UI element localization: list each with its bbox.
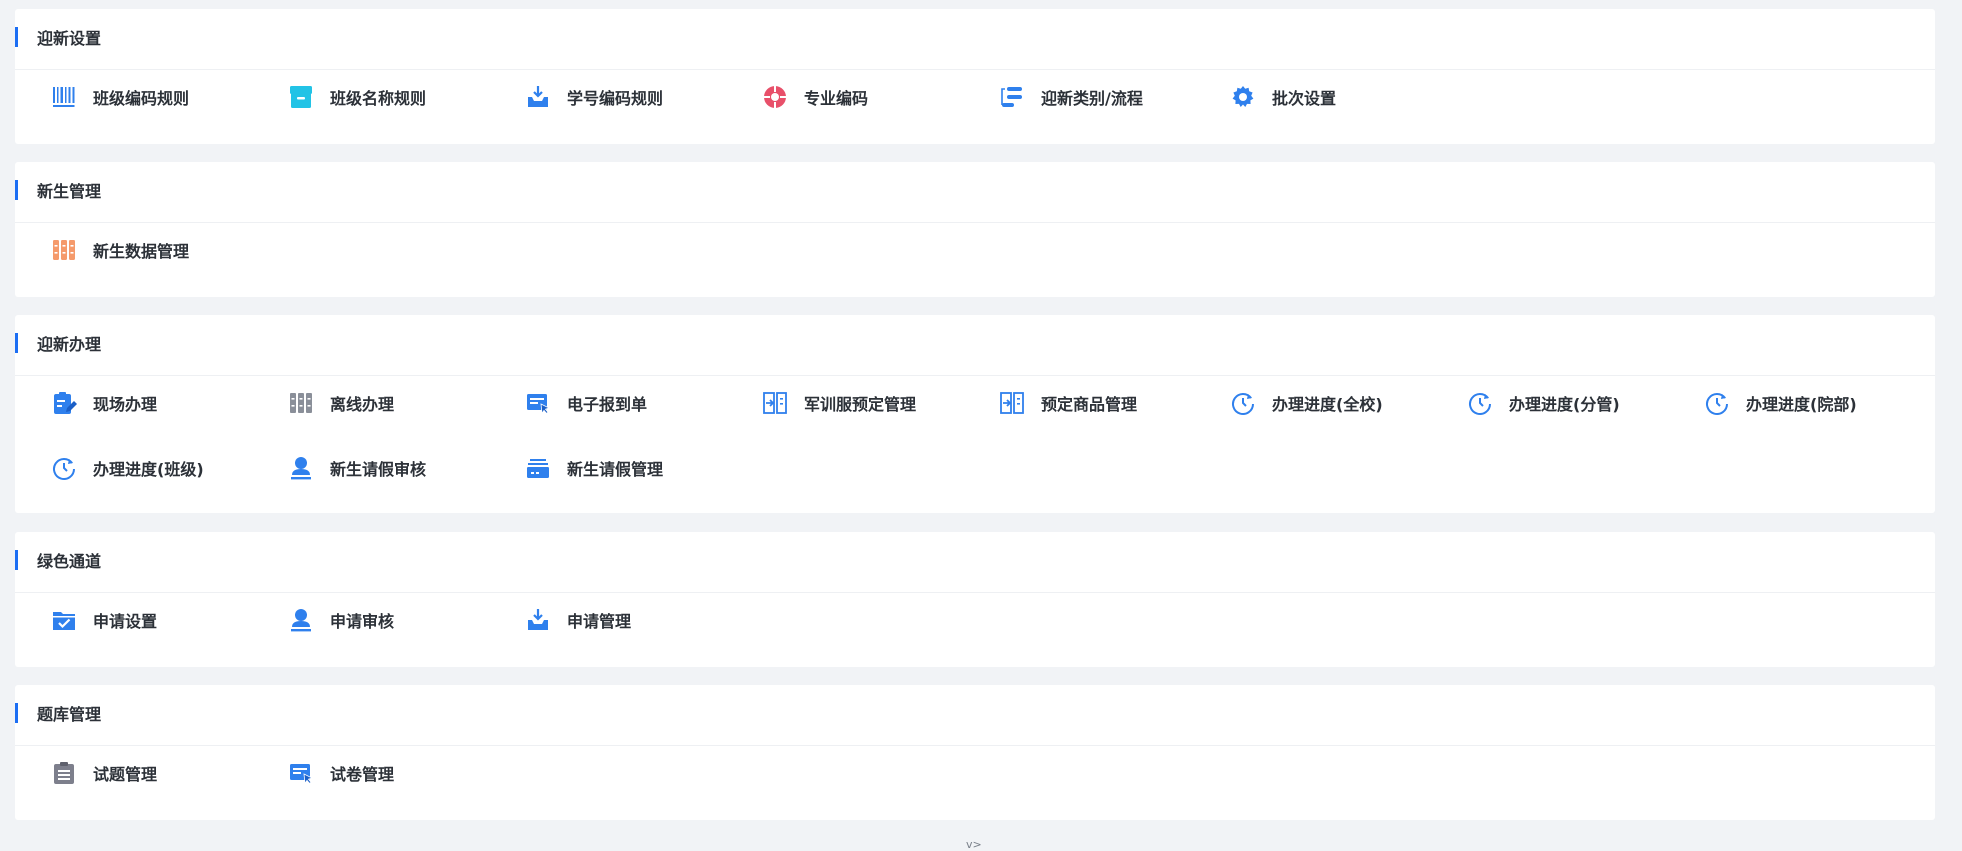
progress-cycle-icon: [1230, 390, 1256, 416]
section-card: 迎新办理现场办理 离线办理 电子报到单 军训服预定管理 预定商品管理 办理进度(全校) 办理…: [15, 315, 1935, 513]
menu-item-label: 申请设置: [93, 612, 158, 631]
target-icon: [762, 84, 788, 110]
menu-item[interactable]: 办理进度(分管): [1439, 383, 1669, 423]
section-title: 题库管理: [37, 705, 102, 724]
menu-item-label: 新生请假管理: [567, 460, 664, 479]
menu-item-label: 学号编码规则: [567, 89, 664, 108]
menu-item-label: 批次设置: [1272, 89, 1337, 108]
stamp-icon: [288, 455, 314, 481]
menu-item[interactable]: 离线办理: [260, 383, 490, 423]
section-accent-bar: [15, 333, 18, 353]
menu-item[interactable]: 专业编码: [734, 77, 964, 117]
menu-item-label: 试题管理: [93, 765, 158, 784]
section-header: 迎新办理: [15, 315, 1935, 376]
menu-item[interactable]: 办理进度(全校): [1202, 383, 1432, 423]
stamp-icon: [288, 607, 314, 633]
progress-cycle-icon: [51, 455, 77, 481]
inbox-download-icon: [525, 84, 551, 110]
menu-item-label: 新生数据管理: [93, 242, 190, 261]
menu-item-label: 班级名称规则: [330, 89, 427, 108]
section-card: 题库管理试题管理 试卷管理: [15, 685, 1935, 820]
clipboard-edit-icon: [51, 390, 77, 416]
section-title: 迎新办理: [37, 335, 102, 354]
menu-item-label: 军训服预定管理: [804, 395, 917, 414]
barcode-icon: [51, 84, 77, 110]
menu-item[interactable]: 军训服预定管理: [734, 383, 964, 423]
menu-item[interactable]: 申请审核: [260, 600, 490, 640]
section-header: 题库管理: [15, 685, 1935, 746]
section-card: 绿色通道申请设置 申请审核 申请管理: [15, 532, 1935, 667]
gear-icon: [1230, 84, 1256, 110]
menu-item-label: 专业编码: [804, 89, 869, 108]
data-grid-icon: [51, 237, 77, 263]
folder-check-icon: [51, 607, 77, 633]
card-cursor-icon: [525, 390, 551, 416]
progress-cycle-icon: [1467, 390, 1493, 416]
section-card: 迎新设置班级编码规则 班级名称规则 学号编码规则 专业编码 迎新类别/流程 批次设置: [15, 9, 1935, 144]
offline-grid-icon: [288, 390, 314, 416]
menu-item[interactable]: 新生请假审核: [260, 448, 490, 488]
menu-item-label: 现场办理: [93, 395, 158, 414]
inbox-download-icon: [525, 607, 551, 633]
section-header: 新生管理: [15, 162, 1935, 223]
menu-item[interactable]: 现场办理: [23, 383, 253, 423]
menu-item[interactable]: 迎新类别/流程: [971, 77, 1201, 117]
section-header: 迎新设置: [15, 9, 1935, 70]
menu-item-label: 办理进度(全校): [1272, 395, 1383, 414]
menu-item[interactable]: 批次设置: [1202, 77, 1432, 117]
menu-item[interactable]: 办理进度(院部): [1676, 383, 1906, 423]
menu-item-label: 电子报到单: [567, 395, 648, 414]
section-accent-bar: [15, 27, 18, 47]
menu-item-label: 预定商品管理: [1041, 395, 1138, 414]
menu-item[interactable]: 学号编码规则: [497, 77, 727, 117]
menu-item-label: 申请管理: [567, 612, 632, 631]
footer-chevron: v>: [966, 838, 982, 851]
menu-item[interactable]: 预定商品管理: [971, 383, 1201, 423]
section-header: 绿色通道: [15, 532, 1935, 593]
menu-item[interactable]: 申请设置: [23, 600, 253, 640]
section-title: 迎新设置: [37, 29, 102, 48]
menu-item-label: 办理进度(院部): [1746, 395, 1857, 414]
clipboard-list-icon: [51, 760, 77, 786]
menu-item-label: 试卷管理: [330, 765, 395, 784]
card-cursor-icon: [288, 760, 314, 786]
section-title: 绿色通道: [37, 552, 102, 571]
section-accent-bar: [15, 180, 18, 200]
menu-item-label: 迎新类别/流程: [1041, 89, 1143, 108]
section-accent-bar: [15, 550, 18, 570]
menu-item-label: 办理进度(班级): [93, 460, 204, 479]
menu-item[interactable]: 试题管理: [23, 753, 253, 793]
menu-item-label: 离线办理: [330, 395, 395, 414]
menu-item[interactable]: 班级编码规则: [23, 77, 253, 117]
section-card: 新生管理新生数据管理: [15, 162, 1935, 297]
archive-box-icon: [288, 84, 314, 110]
progress-cycle-icon: [1704, 390, 1730, 416]
menu-item[interactable]: 申请管理: [497, 600, 727, 640]
menu-item[interactable]: 电子报到单: [497, 383, 727, 423]
menu-item[interactable]: 办理进度(班级): [23, 448, 253, 488]
section-title: 新生管理: [37, 182, 102, 201]
menu-item-label: 办理进度(分管): [1509, 395, 1620, 414]
menu-item[interactable]: 试卷管理: [260, 753, 490, 793]
menu-item[interactable]: 新生请假管理: [497, 448, 727, 488]
menu-item-label: 班级编码规则: [93, 89, 190, 108]
menu-item[interactable]: 新生数据管理: [23, 230, 253, 270]
tray-icon: [525, 455, 551, 481]
menu-item[interactable]: 班级名称规则: [260, 77, 490, 117]
menu-item-label: 新生请假审核: [330, 460, 427, 479]
login-panel-icon: [762, 390, 788, 416]
flow-steps-icon: [999, 84, 1025, 110]
page: 迎新设置班级编码规则 班级名称规则 学号编码规则 专业编码 迎新类别/流程 批次设置新生管…: [0, 0, 1962, 851]
login-panel-icon: [999, 390, 1025, 416]
menu-item-label: 申请审核: [330, 612, 395, 631]
section-accent-bar: [15, 703, 18, 723]
